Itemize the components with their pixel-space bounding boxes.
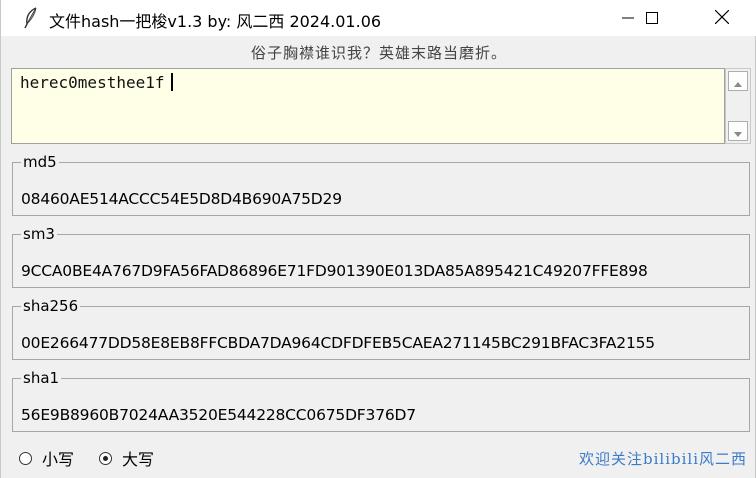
sha256-group: sha256 00E266477DD58E8EB8FFCBDA7DA964CDF… xyxy=(12,298,750,360)
app-window: 文件hash一把梭v1.3 by: 风二西 2024.01.06 俗子胸襟谁识我… xyxy=(0,0,756,478)
bottom-bar: 小写 大写 欢迎关注bilibili风二西 xyxy=(1,444,756,472)
input-scrollbar[interactable] xyxy=(725,68,751,144)
maximize-button[interactable] xyxy=(629,0,675,36)
text-caret xyxy=(170,73,173,91)
arrow-up-icon xyxy=(734,72,742,91)
sm3-label: sm3 xyxy=(23,225,55,243)
arrow-down-icon xyxy=(734,122,742,141)
md5-value[interactable]: 08460AE514ACCC54E5D8D4B690A75D29 xyxy=(21,190,342,208)
md5-label: md5 xyxy=(23,153,57,171)
maximize-icon xyxy=(646,9,658,28)
sha1-group: sha1 56E9B8960B7024AA3520E544228CC0675DF… xyxy=(12,370,750,432)
sha1-value[interactable]: 56E9B8960B7024AA3520E544228CC0675DF376D7 xyxy=(21,406,416,424)
sm3-value[interactable]: 9CCA0BE4A767D9FA56FAD86896E71FD901390E01… xyxy=(21,262,648,280)
lowercase-radio-circle[interactable] xyxy=(19,451,32,465)
scroll-down-button[interactable] xyxy=(728,121,748,141)
md5-group: md5 08460AE514ACCC54E5D8D4B690A75D29 xyxy=(12,154,750,216)
uppercase-radio[interactable]: 大写 xyxy=(99,446,154,470)
title-bar[interactable]: 文件hash一把梭v1.3 by: 风二西 2024.01.06 xyxy=(1,0,756,36)
motto-text: 俗子胸襟谁识我？英雄末路当磨折。 xyxy=(250,44,507,62)
uppercase-radio-circle[interactable] xyxy=(99,451,112,465)
scroll-up-button[interactable] xyxy=(728,71,748,91)
window-title: 文件hash一把梭v1.3 by: 风二西 2024.01.06 xyxy=(49,12,382,31)
feather-icon xyxy=(21,7,41,29)
input-value[interactable]: herec0mesthee1f xyxy=(20,73,173,92)
close-icon xyxy=(714,9,730,28)
sm3-group: sm3 9CCA0BE4A767D9FA56FAD86896E71FD90139… xyxy=(12,226,750,288)
lowercase-label: 小写 xyxy=(42,450,75,469)
sha1-label: sha1 xyxy=(23,369,60,387)
close-button[interactable] xyxy=(699,0,745,36)
input-text-area[interactable]: herec0mesthee1f xyxy=(11,68,725,144)
uppercase-label: 大写 xyxy=(122,450,155,469)
sha256-value[interactable]: 00E266477DD58E8EB8FFCBDA7DA964CDFDFEB5CA… xyxy=(21,334,655,352)
credit-text: 欢迎关注bilibili风二西 xyxy=(579,450,747,468)
lowercase-radio[interactable]: 小写 xyxy=(19,446,74,470)
sha256-label: sha256 xyxy=(23,297,79,315)
